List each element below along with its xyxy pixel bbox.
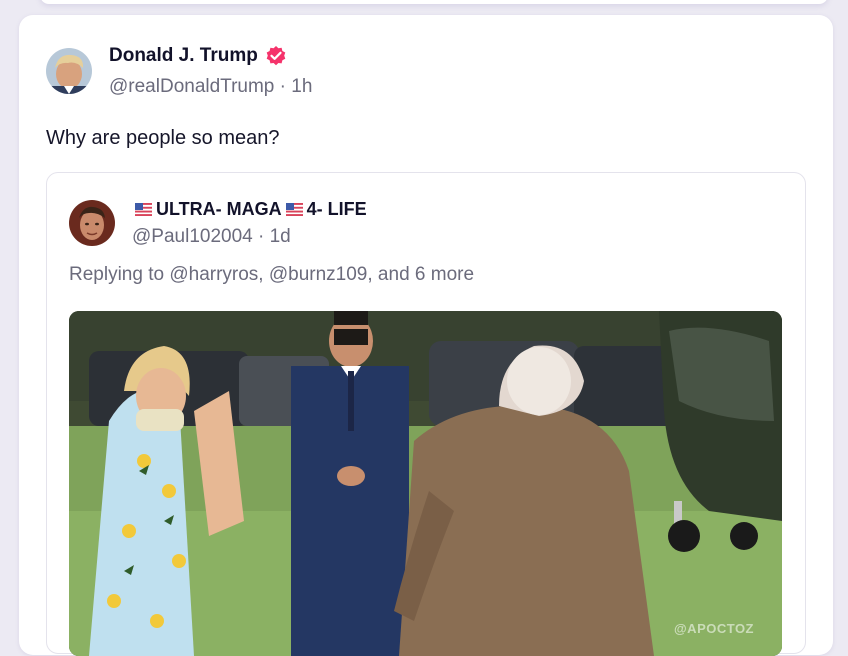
author-name[interactable]: Donald J. Trump [109, 45, 258, 67]
quoted-post-image[interactable]: @APOCTOZ [69, 311, 782, 656]
quoted-post-card[interactable]: ULTRA- MAGA 4- LIFE @Paul102004 · 1d Rep… [46, 172, 806, 656]
author-avatar[interactable] [46, 48, 92, 94]
meta-separator: · [279, 76, 292, 97]
author-meta: @realDonaldTrump · 1h [109, 76, 312, 98]
post-time[interactable]: 1h [291, 76, 312, 97]
quoted-post-time[interactable]: 1d [270, 226, 291, 247]
verified-check-icon [266, 46, 286, 66]
post-card[interactable]: Donald J. Trump @realDonaldTrump · 1h Wh… [19, 15, 833, 656]
quoted-author-avatar[interactable] [69, 200, 115, 246]
meta-separator: · [258, 226, 270, 247]
quoted-author-handle[interactable]: @Paul102004 [132, 226, 253, 247]
previous-post-card-edge [40, 0, 828, 4]
quoted-author-name-part1: ULTRA- MAGA [156, 199, 282, 219]
author-handle[interactable]: @realDonaldTrump [109, 76, 274, 97]
us-flag-icon [285, 203, 303, 216]
quoted-author-meta: @Paul102004 · 1d [132, 226, 291, 248]
quoted-author-name[interactable]: ULTRA- MAGA 4- LIFE [135, 199, 367, 220]
post-text: Why are people so mean? [46, 127, 280, 149]
replying-to-text[interactable]: Replying to @harryros, @burnz109, and 6 … [69, 264, 474, 286]
us-flag-icon [135, 203, 152, 216]
photo-illustration [69, 311, 782, 656]
quoted-author-name-part2: 4- LIFE [306, 199, 367, 219]
